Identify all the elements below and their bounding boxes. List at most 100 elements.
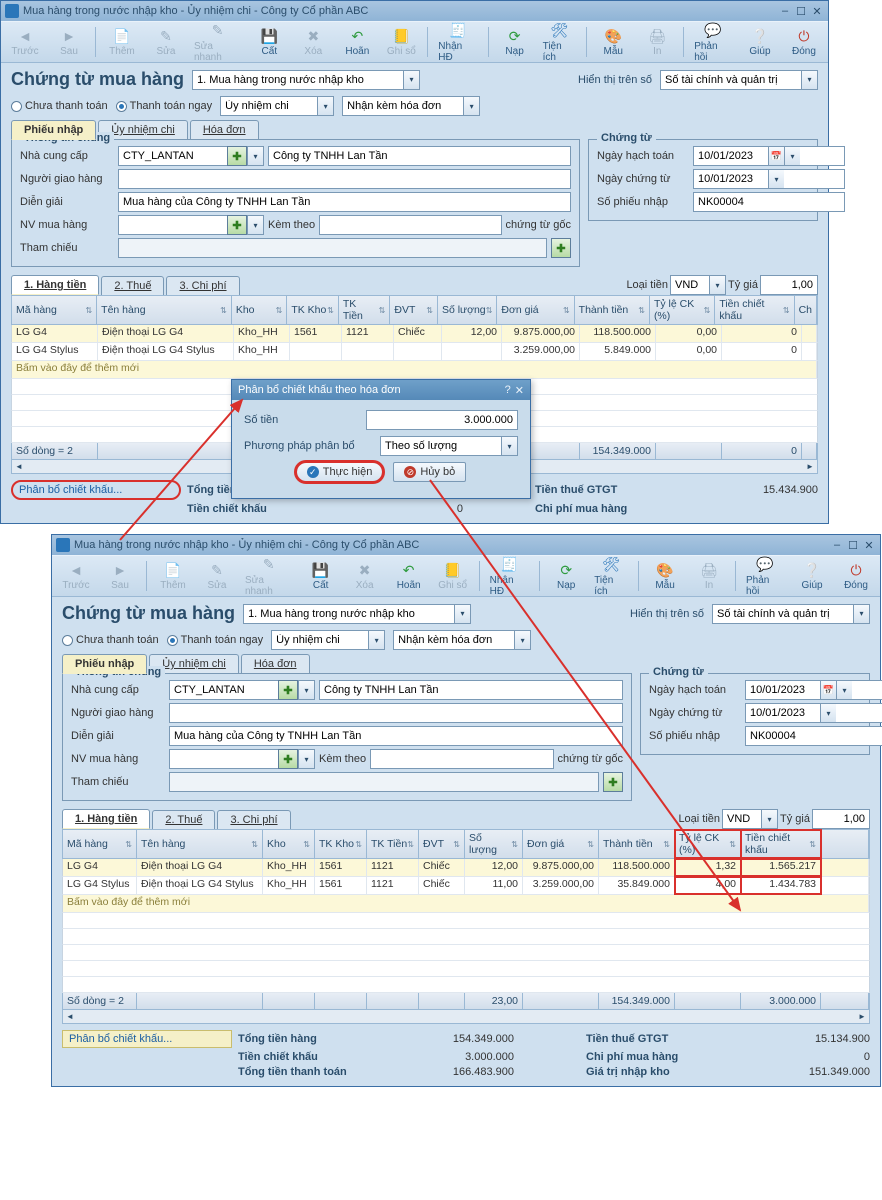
gridtab-hangtien[interactable]: 1. Hàng tiền xyxy=(11,275,99,295)
tb-help[interactable]: ❔Giúp xyxy=(740,25,780,59)
display-on-combo[interactable]: ▾ xyxy=(660,70,818,90)
tb-edit[interactable]: ✎Sửa xyxy=(197,559,237,593)
tb-revert[interactable]: ↶Hoãn xyxy=(389,559,429,593)
tb-receive-invoice[interactable]: 🧾Nhận HĐ xyxy=(486,554,534,599)
attach-invoice-combo[interactable]: ▾ xyxy=(342,96,480,116)
tb-help[interactable]: ❔Giúp xyxy=(792,559,832,593)
deliverer-input[interactable] xyxy=(169,703,623,723)
dialog-close-icon[interactable]: ✕ xyxy=(515,384,524,397)
receipt-no-input[interactable] xyxy=(693,192,845,212)
tb-template[interactable]: 🎨Mẫu xyxy=(645,559,685,593)
posting-date-input[interactable]: 📅▾ xyxy=(745,680,882,700)
col-tkkho[interactable]: TK Kho⇅ xyxy=(315,830,367,858)
tb-template[interactable]: 🎨Mẫu xyxy=(593,25,633,59)
receipt-no-input[interactable] xyxy=(745,726,882,746)
tb-print[interactable]: 🖨In xyxy=(689,559,729,593)
tb-edit[interactable]: ✎Sửa xyxy=(146,25,186,59)
radio-unpaid[interactable]: Chưa thanh toán xyxy=(62,634,159,646)
deliverer-input[interactable] xyxy=(118,169,571,189)
col-ck[interactable]: Tỷ lệ CK (%)⇅ xyxy=(650,296,715,324)
supplier-name-input[interactable] xyxy=(319,680,623,700)
tab-hoadon[interactable]: Hóa đơn xyxy=(190,120,259,140)
tb-add[interactable]: 📄Thêm xyxy=(102,25,142,59)
new-row-hint[interactable]: Bấm vào đây để thêm mới xyxy=(62,895,870,913)
minimize-icon[interactable]: – xyxy=(830,538,844,552)
col-mahang[interactable]: Mã hàng⇅ xyxy=(12,296,97,324)
radio-paynow[interactable]: Thanh toán ngay xyxy=(116,100,213,112)
tb-utility[interactable]: 🛠Tiện ích xyxy=(590,554,632,599)
btn-allocate-discount[interactable]: Phân bổ chiết khấu... xyxy=(62,1030,232,1048)
supplier-code-combo[interactable]: ✚▾ xyxy=(169,680,315,700)
col-dvt[interactable]: ĐVT⇅ xyxy=(419,830,465,858)
table-row[interactable]: LG G4 StylusĐiện thoại LG G4 StylusKho_H… xyxy=(11,343,818,361)
dlg-method-combo[interactable]: ▾ xyxy=(380,436,518,456)
tb-reload[interactable]: ⟳Nạp xyxy=(546,559,586,593)
reference-input[interactable] xyxy=(118,238,547,258)
col-sl[interactable]: Số lượng⇅ xyxy=(465,830,523,858)
display-on-combo[interactable]: ▾ xyxy=(712,604,870,624)
new-row-hint[interactable]: Bấm vào đây để thêm mới xyxy=(11,361,818,379)
tb-delete[interactable]: ✖Xóa xyxy=(293,25,333,59)
tb-close[interactable]: ⏻Đóng xyxy=(836,559,876,593)
col-extra[interactable]: Ch xyxy=(795,296,817,324)
currency-combo[interactable]: ▾ xyxy=(670,275,726,295)
tab-phieunhap[interactable]: Phiếu nhập xyxy=(11,120,96,140)
purchase-type-combo[interactable]: ▾ xyxy=(192,70,420,90)
gridtab-thue[interactable]: 2. Thuế xyxy=(101,276,164,295)
pay-method-combo[interactable]: ▾ xyxy=(220,96,334,116)
col-kho[interactable]: Kho⇅ xyxy=(232,296,288,324)
doc-date-input[interactable]: ▾ xyxy=(745,703,882,723)
attach-input[interactable] xyxy=(319,215,501,235)
gridtab-chiphi[interactable]: 3. Chi phí xyxy=(166,276,239,295)
reference-input[interactable] xyxy=(169,772,599,792)
col-tck[interactable]: Tiền chiết khấu⇅ xyxy=(715,296,794,324)
btn-allocate-discount[interactable]: Phân bổ chiết khấu... xyxy=(11,480,181,500)
tb-post[interactable]: 📒Ghi sổ xyxy=(381,25,421,59)
tb-delete[interactable]: ✖Xóa xyxy=(345,559,385,593)
tb-print[interactable]: 🖨In xyxy=(637,25,677,59)
tb-revert[interactable]: ↶Hoãn xyxy=(337,25,377,59)
tb-add[interactable]: 📄Thêm xyxy=(153,559,193,593)
radio-unpaid[interactable]: Chưa thanh toán xyxy=(11,100,108,112)
supplier-code-combo[interactable]: ✚▾ xyxy=(118,146,264,166)
plus-icon[interactable]: ✚ xyxy=(227,215,247,235)
tb-reload[interactable]: ⟳Nạp xyxy=(495,25,535,59)
col-dg[interactable]: Đơn giá⇅ xyxy=(497,296,574,324)
tb-feedback[interactable]: 💬Phản hồi xyxy=(690,20,736,65)
dlg-amount-input[interactable] xyxy=(366,410,518,430)
tb-utility[interactable]: 🛠Tiện ích xyxy=(539,20,581,65)
gridtab-hangtien[interactable]: 1. Hàng tiền xyxy=(62,809,150,829)
currency-combo[interactable]: ▾ xyxy=(722,809,778,829)
pay-method-combo[interactable]: ▾ xyxy=(271,630,385,650)
plus-icon[interactable]: ✚ xyxy=(278,749,298,769)
col-tkkho[interactable]: TK Kho⇅ xyxy=(287,296,339,324)
maximize-icon[interactable]: ☐ xyxy=(794,4,808,18)
gridtab-chiphi[interactable]: 3. Chi phí xyxy=(217,810,290,829)
col-tktien[interactable]: TK Tiền⇅ xyxy=(339,296,391,324)
tb-prev[interactable]: ◄Trước xyxy=(5,25,45,59)
reference-add-icon[interactable]: ✚ xyxy=(603,772,623,792)
close-icon[interactable]: ✕ xyxy=(862,538,876,552)
attach-input[interactable] xyxy=(370,749,553,769)
tb-close[interactable]: ⏻Đóng xyxy=(784,25,824,59)
tb-next[interactable]: ►Sau xyxy=(49,25,89,59)
close-icon[interactable]: ✕ xyxy=(810,4,824,18)
supplier-name-input[interactable] xyxy=(268,146,571,166)
reference-add-icon[interactable]: ✚ xyxy=(551,238,571,258)
description-input[interactable] xyxy=(169,726,623,746)
tb-post[interactable]: 📒Ghi sổ xyxy=(433,559,473,593)
col-dg[interactable]: Đơn giá⇅ xyxy=(523,830,599,858)
dlg-ok-button[interactable]: Thực hiện xyxy=(296,462,384,482)
col-kho[interactable]: Kho⇅ xyxy=(263,830,315,858)
col-tktien[interactable]: TK Tiền⇅ xyxy=(367,830,419,858)
tab-hoadon[interactable]: Hóa đơn xyxy=(241,654,310,674)
rate-input[interactable] xyxy=(812,809,870,829)
tb-save[interactable]: 💾Cất xyxy=(301,559,341,593)
dlg-cancel-button[interactable]: Hủy bỏ xyxy=(393,462,466,482)
table-row[interactable]: LG G4Điện thoại LG G4Kho_HH15611121Chiếc… xyxy=(11,325,818,343)
radio-paynow[interactable]: Thanh toán ngay xyxy=(167,634,264,646)
h-scrollbar[interactable]: ◄► xyxy=(62,1010,870,1024)
table-row[interactable]: LG G4 StylusĐiện thoại LG G4 StylusKho_H… xyxy=(62,877,870,895)
table-row[interactable]: LG G4Điện thoại LG G4Kho_HH15611121Chiếc… xyxy=(62,859,870,877)
tb-feedback[interactable]: 💬Phản hồi xyxy=(742,554,788,599)
